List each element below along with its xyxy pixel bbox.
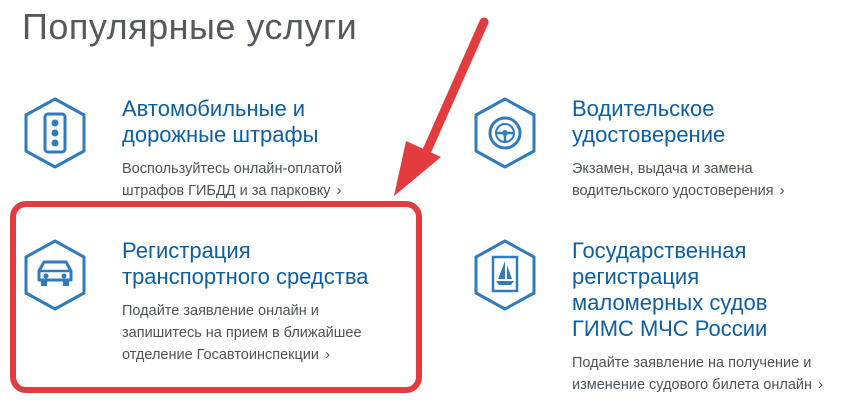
chevron-right-icon: › [818,376,823,393]
service-title[interactable]: Автомобильные и дорожные штрафы [122,96,318,148]
service-title[interactable]: Водительское удостоверение [572,96,725,148]
page-title: Популярные услуги [22,6,358,47]
service-driver-license[interactable]: Водительское удостоверение Экзамен, выда… [472,96,842,206]
service-title[interactable]: Государственная регистрация маломерных с… [572,238,767,342]
highlight-box [10,201,422,393]
service-fines[interactable]: Автомобильные и дорожные штрафы Воспольз… [22,96,402,206]
service-description: Подайте заявление на получение и изменен… [572,355,823,393]
sailboat-icon [472,238,538,312]
service-small-vessels[interactable]: Государственная регистрация маломерных с… [472,238,844,398]
chevron-right-icon: › [779,182,785,199]
service-description: Экзамен, выдача и замена водительского у… [572,161,785,199]
traffic-light-icon [22,96,88,170]
service-description: Воспользуйтесь онлайн-оплатой штрафов ГИ… [122,161,343,199]
chevron-right-icon: › [336,182,342,199]
steering-wheel-icon [472,96,538,170]
